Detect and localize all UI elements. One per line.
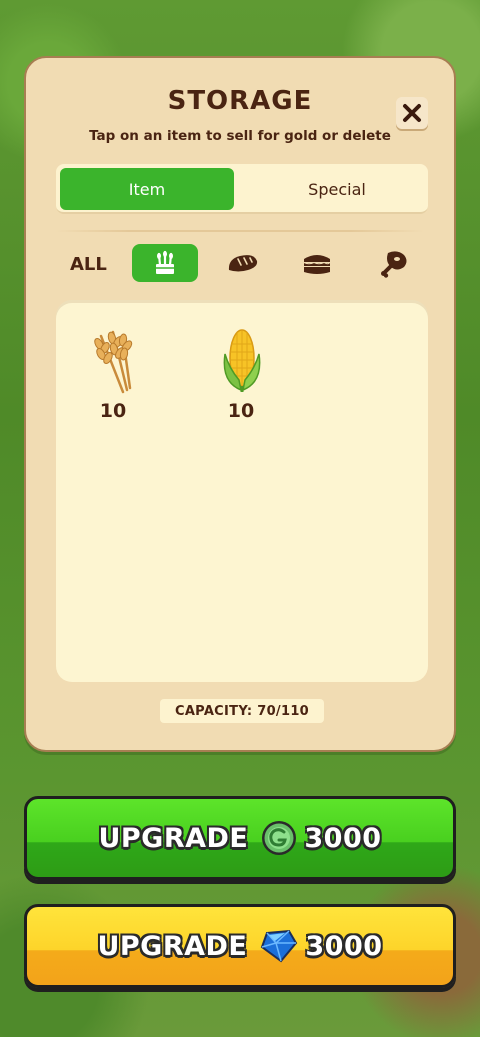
tab-special[interactable]: Special — [250, 168, 424, 210]
upgrade-label: UPGRADE — [97, 930, 248, 962]
close-icon — [403, 104, 421, 122]
bread-icon — [228, 255, 258, 272]
item-grid: 10 10 — [56, 300, 428, 682]
storage-title: STORAGE — [167, 86, 313, 116]
filter-crops[interactable] — [132, 244, 198, 282]
close-button[interactable] — [396, 97, 428, 129]
filter-bread[interactable] — [210, 244, 276, 282]
divider — [56, 230, 424, 232]
storage-subtitle: Tap on an item to sell for gold or delet… — [89, 128, 391, 144]
filter-all[interactable]: ALL — [70, 254, 107, 275]
corn-icon — [223, 329, 261, 392]
item-quantity: 10 — [227, 400, 255, 422]
upgrade-label: UPGRADE — [98, 822, 249, 854]
filter-sandwich[interactable] — [284, 244, 350, 282]
gold-coin-icon — [260, 819, 298, 857]
tab-item[interactable]: Item — [60, 168, 234, 210]
item-slot-wheat[interactable]: 10 — [68, 324, 158, 422]
tab-bar: Item Special — [56, 164, 428, 214]
upgrade-gold-button[interactable]: UPGRADE 3000 — [24, 796, 456, 880]
wheat-icon — [94, 330, 133, 394]
filter-meat[interactable] — [362, 244, 428, 282]
meat-icon — [381, 251, 407, 278]
upgrade-cost: 3000 — [304, 822, 382, 854]
upgrade-cost: 3000 — [305, 930, 383, 962]
upgrade-gem-button[interactable]: UPGRADE 3000 — [24, 904, 456, 988]
sandwich-icon — [303, 255, 331, 274]
item-quantity: 10 — [99, 400, 127, 422]
crops-icon — [156, 250, 174, 274]
capacity-label: CAPACITY: 70/110 — [160, 699, 324, 723]
gem-icon — [259, 927, 299, 965]
storage-panel: STORAGE Tap on an item to sell for gold … — [24, 56, 456, 752]
item-slot-corn[interactable]: 10 — [196, 324, 286, 422]
